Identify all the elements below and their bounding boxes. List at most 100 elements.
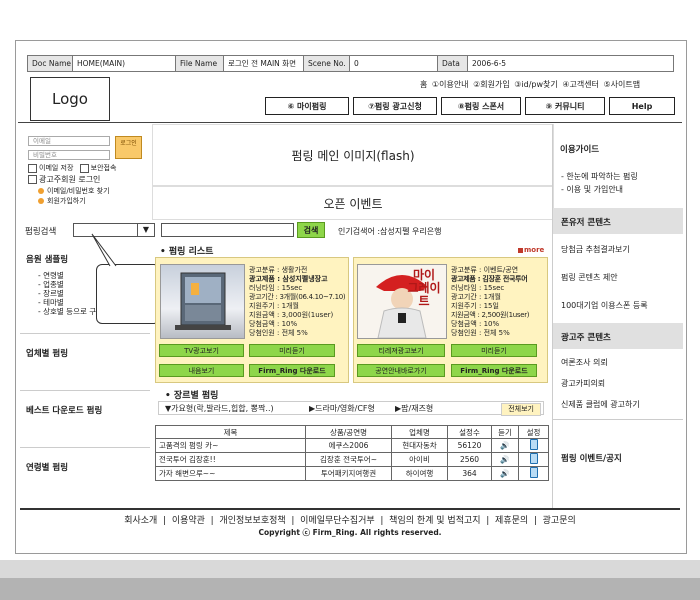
- item1-preview-button[interactable]: 미리듣기: [249, 344, 335, 357]
- col-listen: 듣기: [491, 425, 519, 439]
- phone-icon[interactable]: [518, 452, 549, 467]
- secure-checkbox[interactable]: [79, 163, 89, 173]
- doc-info-bar: Doc Name HOME(MAIN) File Name 로그인 전 MAIN…: [27, 55, 674, 72]
- user-item-sponsor[interactable]: 100대기업 이용스폰 등록: [561, 300, 648, 311]
- col-company: 업체명: [391, 425, 448, 439]
- file-name-label: File Name: [176, 56, 224, 71]
- item2-concert-info-button[interactable]: 공연안내바로가기: [357, 364, 445, 377]
- item1-tv-ad-button[interactable]: TV광고보기: [159, 344, 244, 357]
- open-event-banner[interactable]: 오픈 이벤트: [152, 186, 554, 220]
- top-link-home[interactable]: 홈: [420, 80, 427, 89]
- best-download-title[interactable]: 베스트 다운로드 펌링: [26, 404, 102, 416]
- table-row[interactable]: 전국투어 김장훈!! 김장훈 전국투어~ 아이비 2560 🔊: [155, 452, 549, 467]
- callout-pointer: [91, 233, 117, 267]
- nav-help[interactable]: Help: [609, 97, 675, 115]
- speaker-icon[interactable]: 🔊: [491, 466, 519, 481]
- item2-preview-button[interactable]: 미리듣기: [451, 344, 537, 357]
- view-all-button[interactable]: 전체보기: [501, 403, 541, 416]
- adv-content-title[interactable]: 광고주 콘텐츠: [561, 331, 611, 343]
- footer-link-about[interactable]: 회사소개: [124, 516, 157, 526]
- age-box: 연령별 펌링: [20, 449, 150, 504]
- genre-tab-pop[interactable]: ▶팝/재즈형: [395, 402, 433, 416]
- nav-community[interactable]: ⑨ 커뮤니티: [525, 97, 605, 115]
- poster-text: 마이 그레이트: [407, 268, 441, 308]
- main-flash-banner[interactable]: 펌링 메인 이미지(flash): [152, 124, 554, 186]
- table-row[interactable]: 고품격의 펌링 카~ 에쿠스2006 현대자동차 56120 🔊: [155, 438, 549, 453]
- logo[interactable]: Logo: [30, 77, 110, 121]
- nav-ad-request[interactable]: ⑦펌링 광고신청: [353, 97, 437, 115]
- save-email-checkbox[interactable]: [28, 163, 37, 173]
- nav-my-firmring[interactable]: ⑥ 마이펌링: [265, 97, 349, 115]
- bullet-icon: [38, 188, 44, 194]
- item2-ad-button[interactable]: 티레져광고보기: [357, 344, 445, 357]
- nav-sponsor[interactable]: ⑧펌링 스폰서: [441, 97, 521, 115]
- bullet-icon: [38, 198, 44, 204]
- top-link-join[interactable]: ②회원가입: [473, 80, 510, 89]
- adv-item-newproduct[interactable]: 신제품 클럽에 광고하기: [561, 399, 640, 410]
- email-input[interactable]: 이메일: [28, 136, 110, 146]
- guide-item-join[interactable]: - 이용 및 가입안내: [561, 183, 638, 196]
- guide-item-overview[interactable]: - 한눈에 파악하는 펌링: [561, 170, 638, 183]
- footer-link-legal[interactable]: 책임의 한계 및 법적고지: [389, 516, 480, 526]
- sound-item-industry[interactable]: - 업종별: [38, 280, 103, 289]
- top-link-sitemap[interactable]: ⑤사이트맵: [604, 80, 641, 89]
- sound-item-age[interactable]: - 연령별: [38, 271, 103, 280]
- list-title: • 펌링 리스트: [160, 247, 214, 257]
- industry-title[interactable]: 업체별 펌링: [26, 347, 68, 359]
- adv-item-copy[interactable]: 광고카피의뢰: [561, 378, 605, 389]
- speaker-icon[interactable]: 🔊: [491, 452, 519, 467]
- top-link-find-id[interactable]: ③id/pw찾기: [514, 80, 558, 89]
- age-title[interactable]: 연령별 펌링: [26, 461, 68, 473]
- copyright: Copyright ⓒ Firm_Ring. All rights reserv…: [258, 528, 442, 537]
- search-label: 펌링검색: [25, 227, 57, 237]
- phone-icon[interactable]: [518, 466, 549, 481]
- genre-tab-kpop[interactable]: ▼가요형(락,발라드,힙합, 뽕짝..): [165, 402, 274, 416]
- footer-link-terms[interactable]: 이용약관: [172, 516, 205, 526]
- search-input[interactable]: [161, 223, 294, 237]
- login-button[interactable]: 로그인: [115, 136, 142, 159]
- sound-item-genre[interactable]: - 장르별: [38, 289, 103, 298]
- scene-label: Scene No.: [304, 56, 350, 71]
- more-link[interactable]: more: [518, 246, 544, 254]
- advertiser-checkbox[interactable]: [28, 175, 37, 184]
- search-button[interactable]: 검색: [297, 222, 325, 238]
- more-icon: [518, 247, 523, 253]
- sound-sampling-title[interactable]: 음원 샘플링: [26, 253, 68, 265]
- user-content-title[interactable]: 폰유저 콘텐츠: [561, 216, 611, 228]
- user-item-suggest[interactable]: 펌링 콘텐츠 제안: [561, 272, 618, 283]
- col-set: 설정: [518, 425, 549, 439]
- concert-poster-image[interactable]: 마이 그레이트: [357, 264, 447, 339]
- find-account-link[interactable]: 이메일/비밀번호 찾기: [38, 186, 110, 196]
- footer-link-ad[interactable]: 광고문의: [543, 516, 576, 526]
- item2-info: 광고분류 : 이벤트/공연 광고제품 : 김장훈 전국투어 러닝타임 : 15s…: [451, 266, 530, 337]
- adv-item-survey[interactable]: 여론조사 의뢰: [561, 357, 608, 368]
- password-input[interactable]: 비밀번호: [28, 150, 110, 160]
- data-value: 2006-6-5: [472, 59, 507, 68]
- footer-link-partner[interactable]: 제휴문의: [495, 516, 528, 526]
- doc-name-label: Doc Name: [28, 56, 73, 71]
- top-links: 홈 ①이용안내 ②회원가입 ③id/pw찾기 ④고객센터 ⑤사이트맵: [420, 79, 675, 93]
- product-image-fridge[interactable]: [160, 264, 245, 339]
- item1-download-button[interactable]: Firm_Ring 다운로드: [249, 364, 335, 377]
- item2-download-button[interactable]: Firm_Ring 다운로드: [451, 364, 537, 377]
- speaker-icon[interactable]: 🔊: [491, 438, 519, 453]
- top-link-guide[interactable]: ①이용안내: [432, 80, 469, 89]
- phone-icon[interactable]: [518, 438, 549, 453]
- join-link[interactable]: 회원가입하기: [38, 196, 86, 206]
- best-download-box: 베스트 다운로드 펌링: [20, 392, 150, 448]
- genre-tab-drama[interactable]: ▶드라마/영화/CF형: [309, 402, 375, 416]
- event-notice-title[interactable]: 펌링 이벤트/공지: [561, 452, 622, 464]
- item1-mine-button[interactable]: 내음보기: [159, 364, 244, 377]
- industry-box: 업체별 펌링: [20, 335, 150, 391]
- advertiser-login[interactable]: 광고주회원 로그인: [28, 174, 100, 185]
- user-item-lottery[interactable]: 당첨금 추첨결과보기: [561, 244, 630, 255]
- top-link-support[interactable]: ④고객센터: [562, 80, 599, 89]
- guide-title[interactable]: 이용가이드: [560, 143, 599, 155]
- footer-link-privacy[interactable]: 개인정보보호정책: [219, 516, 285, 526]
- popular-keywords[interactable]: 인기검색어 :삼성지펠 우리은행: [338, 226, 441, 237]
- table-row[interactable]: 가자 해변으루~~ 투어패키지여행권 하이여행 364 🔊: [155, 466, 549, 481]
- sound-item-theme[interactable]: - 테마별: [38, 298, 103, 307]
- sound-item-brand[interactable]: - 상호별 등으로 구분: [38, 307, 103, 316]
- col-count: 설정수: [447, 425, 492, 439]
- footer-link-email-policy[interactable]: 이메일무단수집거부: [300, 516, 375, 526]
